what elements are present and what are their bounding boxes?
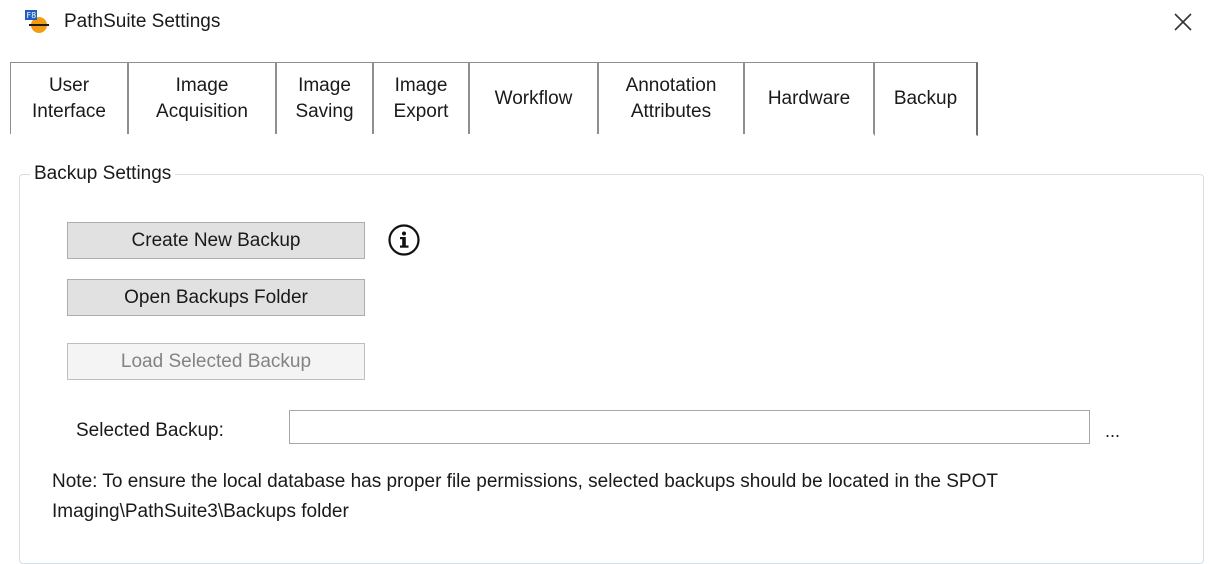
- load-selected-backup-button[interactable]: Load Selected Backup: [67, 343, 365, 380]
- tab-workflow[interactable]: Workflow: [469, 62, 598, 134]
- tab-user-interface[interactable]: User Interface: [10, 62, 128, 134]
- open-backups-folder-button[interactable]: Open Backups Folder: [67, 279, 365, 316]
- browse-button[interactable]: ...: [1105, 418, 1120, 444]
- backup-note: Note: To ensure the local database has p…: [52, 471, 998, 522]
- tab-backup[interactable]: Backup: [874, 62, 978, 136]
- tab-label: Backup: [893, 88, 958, 109]
- pathsuite-app-icon: F8: [25, 10, 49, 33]
- tab-image-acquisition[interactable]: Image Acquisition: [128, 62, 276, 134]
- tab-label: Annotation Attributes: [625, 74, 717, 122]
- tab-label: User Interface: [32, 74, 106, 122]
- tab-image-export[interactable]: Image Export: [373, 62, 469, 134]
- group-title: Backup Settings: [30, 161, 176, 187]
- close-icon[interactable]: [1168, 8, 1198, 36]
- tab-label: Image Export: [393, 74, 449, 122]
- tab-hardware[interactable]: Hardware: [744, 62, 874, 134]
- tab-annotation-attributes[interactable]: Annotation Attributes: [598, 62, 744, 134]
- selected-backup-field[interactable]: [289, 410, 1090, 444]
- title-bar: F8 PathSuite Settings: [0, 0, 1209, 46]
- create-new-backup-button[interactable]: Create New Backup: [67, 222, 365, 259]
- selected-backup-label: Selected Backup:: [76, 420, 224, 441]
- app-icon-badge: F8: [27, 11, 37, 20]
- tab-image-saving[interactable]: Image Saving: [276, 62, 373, 134]
- info-icon[interactable]: [387, 223, 421, 257]
- tab-label: Image Acquisition: [156, 74, 248, 122]
- window-title: PathSuite Settings: [64, 11, 221, 32]
- tab-label: Workflow: [494, 87, 573, 109]
- tab-label: Hardware: [767, 87, 851, 109]
- tab-label: Image Saving: [295, 74, 354, 122]
